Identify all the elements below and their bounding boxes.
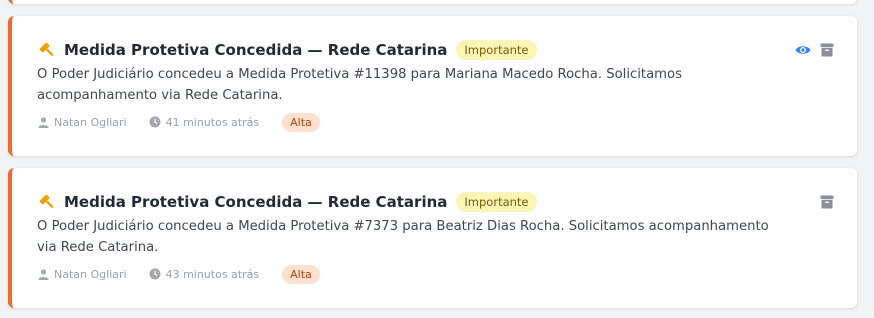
notification-card: Medida Protetiva Concedida — Rede Catari…	[8, 16, 857, 156]
priority-badge: Alta	[282, 264, 320, 284]
archive-button[interactable]	[819, 194, 835, 210]
clock-icon	[149, 116, 161, 128]
notification-description: O Poder Judiciário concedeu a Medida Pro…	[37, 67, 682, 103]
importance-badge: Importante	[456, 40, 537, 60]
notification-title: Medida Protetiva Concedida — Rede Catari…	[64, 193, 448, 211]
notification-title-row: Medida Protetiva Concedida — Rede Catari…	[38, 38, 537, 62]
previous-notification-card	[8, 0, 857, 4]
clock-icon	[149, 268, 161, 280]
archive-icon	[820, 43, 834, 57]
time-meta: 41 minutos atrás	[149, 115, 260, 129]
priority-badge: Alta	[282, 112, 320, 132]
card-actions	[811, 194, 835, 210]
eye-icon	[795, 46, 811, 54]
gavel-icon	[38, 41, 56, 59]
notification-card: Medida Protetiva Concedida — Rede Catari…	[8, 168, 857, 308]
notification-meta: Natan Ogliari 41 minutos atrás Alta	[38, 112, 320, 132]
importance-badge: Importante	[456, 192, 537, 212]
relative-time: 43 minutos atrás	[165, 267, 260, 281]
notification-title: Medida Protetiva Concedida — Rede Catari…	[64, 41, 448, 59]
author-meta: Natan Ogliari	[38, 116, 127, 129]
card-actions	[787, 42, 835, 58]
relative-time: 41 minutos atrás	[165, 115, 260, 129]
user-icon	[38, 268, 49, 280]
author-meta: Natan Ogliari	[38, 268, 127, 281]
notification-title-row: Medida Protetiva Concedida — Rede Catari…	[38, 190, 537, 214]
view-button[interactable]	[795, 42, 811, 58]
gavel-icon	[38, 193, 56, 211]
time-meta: 43 minutos atrás	[149, 267, 260, 281]
notification-description: O Poder Judiciário concedeu a Medida Pro…	[37, 219, 769, 255]
author-name: Natan Ogliari	[54, 267, 127, 281]
archive-icon	[820, 195, 834, 209]
archive-button[interactable]	[819, 42, 835, 58]
notification-meta: Natan Ogliari 43 minutos atrás Alta	[38, 264, 320, 284]
author-name: Natan Ogliari	[54, 115, 127, 129]
user-icon	[38, 116, 49, 128]
